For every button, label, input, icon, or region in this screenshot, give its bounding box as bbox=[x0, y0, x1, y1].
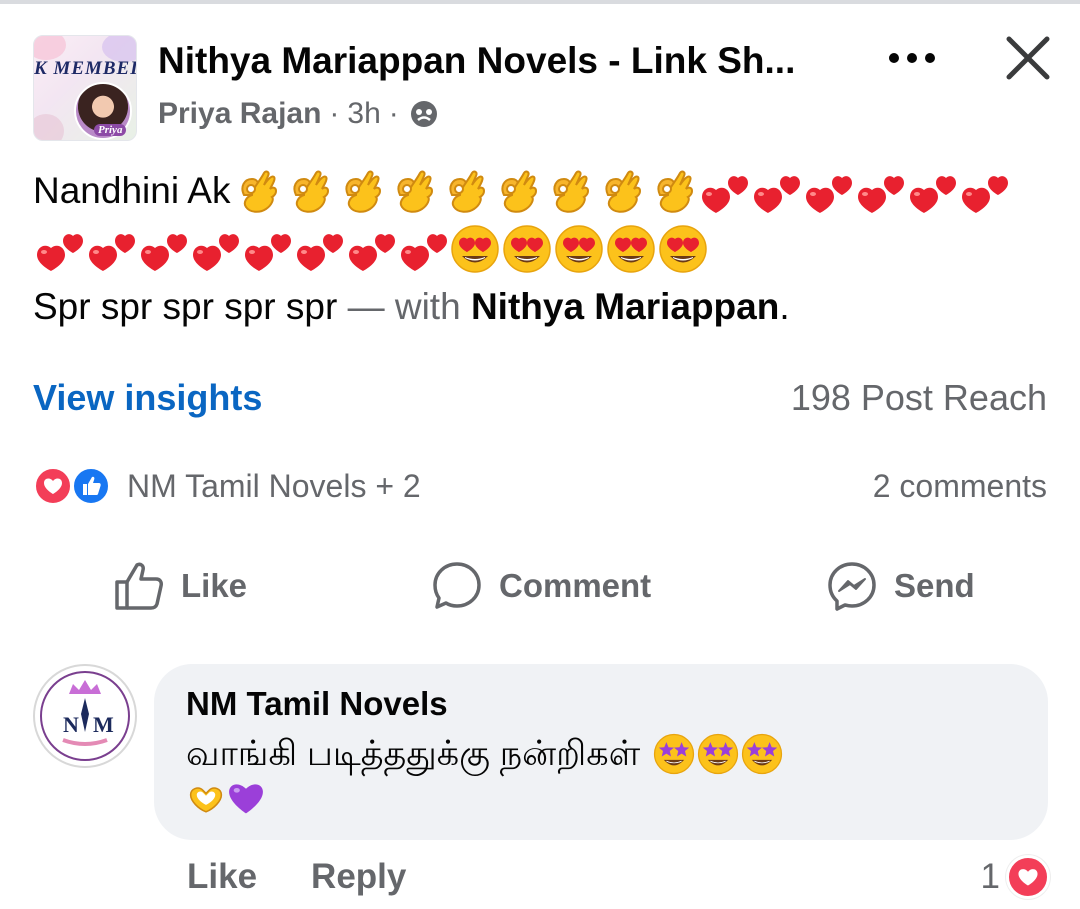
two-hearts-emoji bbox=[137, 223, 189, 275]
post-text: Nandhini Ak Spr spr spr spr spr — with N… bbox=[33, 162, 1053, 336]
two-hearts-emoji bbox=[33, 223, 85, 275]
emoji-row bbox=[33, 223, 709, 275]
comment-label: Comment bbox=[499, 567, 652, 604]
two-hearts-emoji bbox=[698, 165, 750, 217]
star-struck-emoji bbox=[740, 732, 784, 776]
reactions-summary[interactable]: NM Tamil Novels + 2 bbox=[33, 464, 421, 508]
like-label: Like bbox=[181, 567, 248, 604]
comment-button[interactable]: Comment bbox=[431, 556, 651, 616]
send-label: Send bbox=[894, 567, 975, 604]
post-line-3: Spr spr spr spr spr — with Nithya Mariap… bbox=[33, 278, 1053, 336]
group-avatar-banner: K MEMBEI bbox=[34, 58, 137, 79]
messenger-icon bbox=[828, 562, 876, 611]
post-reach: 198 Post Reach bbox=[790, 377, 1047, 418]
group-avatar[interactable]: K MEMBEI Priya bbox=[33, 35, 137, 141]
post-time[interactable]: 3h bbox=[347, 97, 380, 131]
commenter-name-link[interactable]: NM Tamil Novels bbox=[186, 684, 448, 724]
two-hearts-emoji bbox=[189, 223, 241, 275]
heart-eyes-emoji bbox=[449, 223, 501, 275]
two-hearts-emoji bbox=[854, 165, 906, 217]
ok-hand-emoji bbox=[646, 165, 698, 217]
heart-hands-emoji bbox=[186, 778, 226, 818]
ok-hand-emoji bbox=[594, 165, 646, 217]
heart-eyes-emoji bbox=[553, 223, 605, 275]
ok-hand-emoji bbox=[490, 165, 542, 217]
two-hearts-emoji bbox=[293, 223, 345, 275]
heart-eyes-emoji bbox=[657, 223, 709, 275]
two-hearts-emoji bbox=[241, 223, 293, 275]
heart-eyes-emoji bbox=[501, 223, 553, 275]
ok-hand-emoji bbox=[282, 165, 334, 217]
close-icon bbox=[1006, 36, 1050, 80]
two-hearts-emoji bbox=[85, 223, 137, 275]
comment-like-button[interactable]: Like bbox=[187, 857, 257, 897]
like-button[interactable]: Like bbox=[113, 556, 247, 616]
post-text-segment: Nandhini Ak bbox=[33, 170, 231, 211]
comment-line-2 bbox=[186, 778, 1026, 818]
comment-reaction-count: 1 bbox=[980, 857, 1000, 896]
post-text-segment: Spr spr spr spr spr bbox=[33, 286, 338, 327]
post-meta: Priya Rajan · 3h · bbox=[158, 94, 439, 134]
two-hearts-emoji bbox=[750, 165, 802, 217]
view-insights-link[interactable]: View insights bbox=[33, 374, 262, 422]
star-struck-emoji bbox=[652, 732, 696, 776]
emoji-row bbox=[652, 732, 784, 776]
two-hearts-emoji bbox=[397, 223, 449, 275]
purple-heart-emoji bbox=[226, 778, 266, 818]
ok-hand-emoji bbox=[438, 165, 490, 217]
ok-hand-emoji bbox=[230, 165, 282, 217]
heart-eyes-emoji bbox=[605, 223, 657, 275]
post-text-trailing: . bbox=[779, 286, 790, 327]
comment-bubble-icon bbox=[433, 562, 481, 609]
group-name-link[interactable]: Nithya Mariappan Novels - Link Sh... bbox=[158, 38, 848, 84]
comment-reply-button[interactable]: Reply bbox=[311, 857, 406, 897]
comments-count-link[interactable]: 2 comments bbox=[873, 464, 1047, 508]
meta-separator: · bbox=[388, 97, 399, 130]
commenter-avatar[interactable]: N M bbox=[33, 664, 137, 768]
more-options-button[interactable] bbox=[884, 40, 940, 76]
emoji-row bbox=[230, 165, 1010, 217]
reactions-text: NM Tamil Novels + 2 bbox=[127, 467, 421, 504]
heart-reaction-icon bbox=[33, 466, 73, 506]
star-struck-emoji bbox=[696, 732, 740, 776]
post-line-2 bbox=[33, 220, 1053, 278]
close-button[interactable] bbox=[1000, 30, 1056, 86]
meta-separator: · bbox=[329, 97, 340, 130]
heart-reaction-icon bbox=[1006, 855, 1050, 899]
nm-logo-icon: N M bbox=[40, 671, 130, 761]
author-name-link[interactable]: Priya Rajan bbox=[158, 97, 321, 131]
ok-hand-emoji bbox=[334, 165, 386, 217]
two-hearts-emoji bbox=[802, 165, 854, 217]
reaction-icons bbox=[33, 464, 117, 508]
decor-flower bbox=[34, 114, 64, 140]
comment-bubble: NM Tamil Novels வாங்கி படித்ததுக்கு நன்ற… bbox=[154, 664, 1048, 840]
comment-text: வாங்கி படித்ததுக்கு நன்றிகள் bbox=[186, 730, 1026, 818]
thumbs-up-icon bbox=[115, 562, 163, 610]
tagged-person-link[interactable]: Nithya Mariappan bbox=[471, 278, 779, 336]
author-avatar-caption: Priya bbox=[94, 124, 127, 136]
like-reaction-icon bbox=[71, 466, 111, 506]
emoji-row bbox=[186, 778, 266, 818]
two-hearts-emoji bbox=[345, 223, 397, 275]
comment-actions: Like Reply bbox=[187, 852, 406, 902]
globe-icon bbox=[410, 101, 437, 127]
decor-flower bbox=[34, 36, 66, 60]
ok-hand-emoji bbox=[386, 165, 438, 217]
comment-reactions[interactable]: 1 bbox=[981, 852, 1050, 902]
nm-logo-letter-n: N bbox=[63, 712, 79, 737]
nm-logo-letter-m: M bbox=[93, 712, 114, 737]
top-divider bbox=[0, 0, 1080, 4]
ok-hand-emoji bbox=[542, 165, 594, 217]
two-hearts-emoji bbox=[906, 165, 958, 217]
comment-line-1: வாங்கி படித்ததுக்கு நன்றிகள் bbox=[186, 730, 1026, 778]
send-button[interactable]: Send bbox=[826, 556, 975, 616]
two-hearts-emoji bbox=[958, 165, 1010, 217]
more-horizontal-icon bbox=[889, 53, 935, 63]
with-separator: — with bbox=[337, 286, 471, 327]
comment-body: வாங்கி படித்ததுக்கு நன்றிகள் bbox=[186, 734, 641, 773]
post-line-1: Nandhini Ak bbox=[33, 162, 1053, 220]
